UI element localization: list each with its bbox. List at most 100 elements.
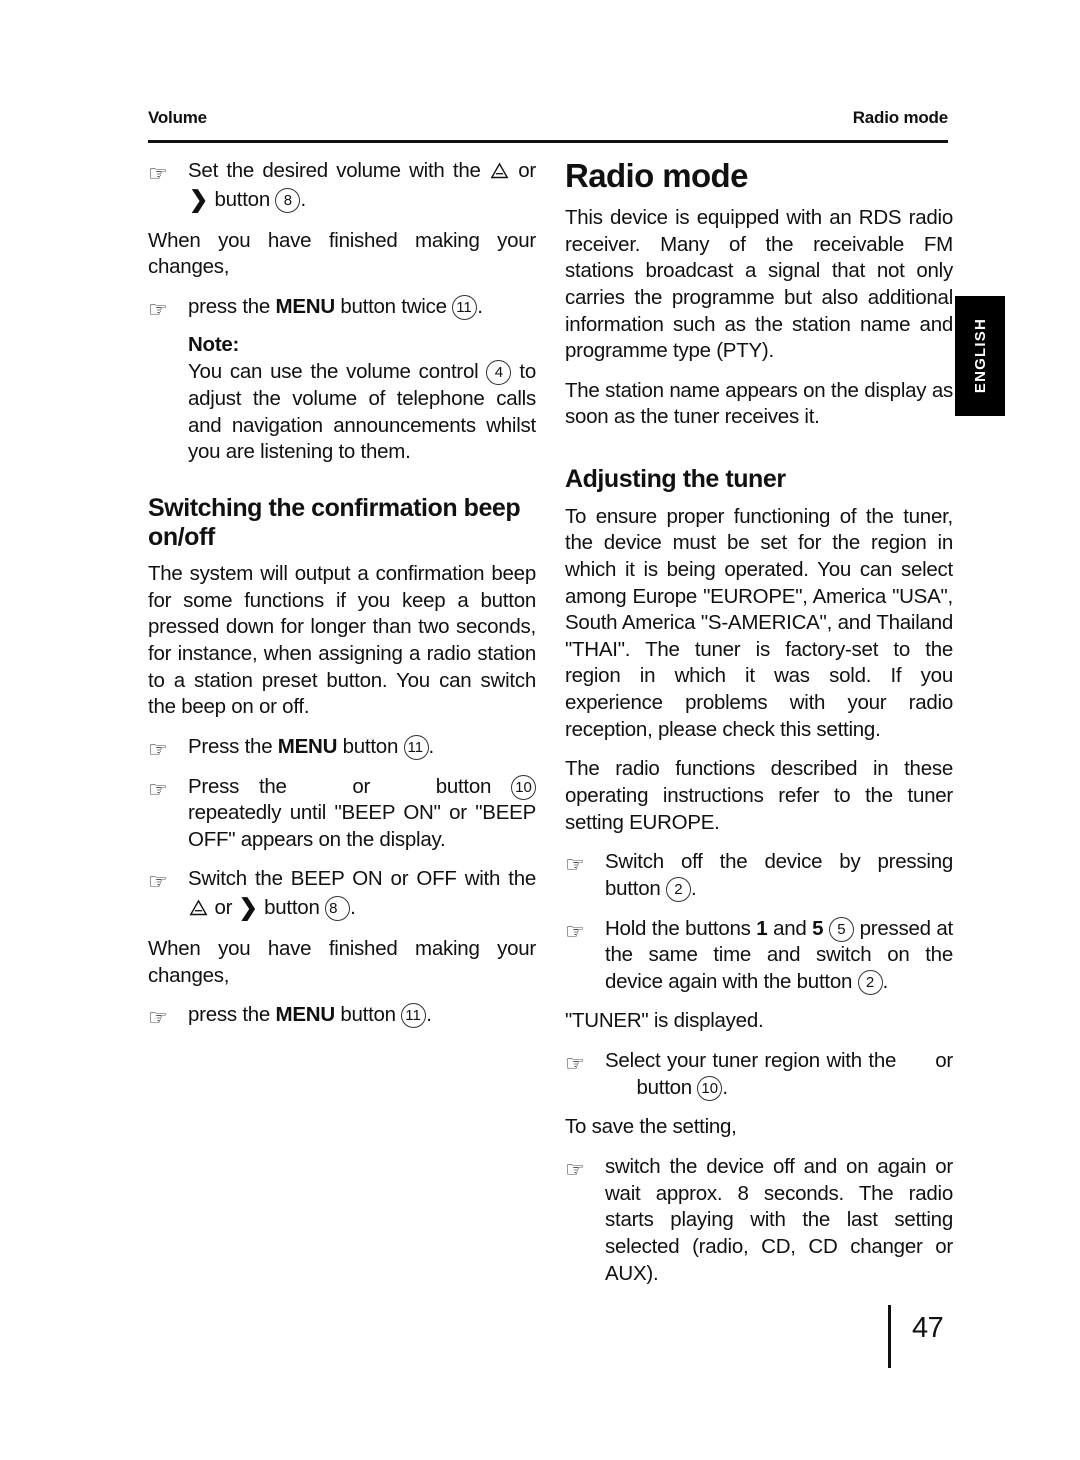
callout-badge: 11 xyxy=(452,294,478,320)
bullet-5-pre: Switch the BEEP ON or OFF with the xyxy=(188,867,536,891)
paragraph: "TUNER" is displayed. xyxy=(565,1009,764,1033)
pointing-hand-icon: ☞ xyxy=(565,852,585,878)
header-right-title: Radio mode xyxy=(852,108,948,127)
chevron-right-icon: ❯ xyxy=(238,894,258,921)
warning-triangle-icon xyxy=(189,897,208,916)
header-left-title: Volume xyxy=(148,108,207,127)
paragraph: The radio functions described in these o… xyxy=(565,757,953,834)
note-text: You can use the volume control 4 to adju… xyxy=(188,359,536,466)
bullet-1-mid: or xyxy=(509,159,536,182)
callout-badge: 10 xyxy=(511,774,536,800)
bullet-3-end: . xyxy=(428,734,435,758)
list-item: ☞ Switch the BEEP ON or OFF with the or … xyxy=(148,866,536,923)
callout-badge: 8 xyxy=(325,896,351,922)
r-bullet-3-end: . xyxy=(722,1075,728,1099)
bullet-5-mid: or xyxy=(209,896,238,920)
r-bullet-3-pre: Select your tuner region with the xyxy=(605,1049,897,1073)
list-item: ☞ Press the or button 10 repeatedly unti… xyxy=(148,774,536,854)
language-side-tab: ENGLISH xyxy=(955,296,1005,416)
r-bullet-2-pre: Hold the buttons xyxy=(605,916,757,940)
list-item-text: Hold the buttons 1 and 5 5 pressed at th… xyxy=(605,916,953,996)
pointing-hand-icon: ☞ xyxy=(565,918,585,944)
r-bullet-1-end: . xyxy=(690,876,697,900)
list-item: ☞ press the MENU button 11. xyxy=(148,1002,536,1031)
bullet-4-post: button xyxy=(435,774,511,798)
menu-button-label: MENU xyxy=(275,294,336,318)
list-item-text: Switch the BEEP ON or OFF with the or ❯ … xyxy=(188,866,536,923)
warning-triangle-icon xyxy=(490,160,509,179)
bullet-6-pre: press the xyxy=(188,1003,276,1027)
bullet-6-end: . xyxy=(426,1003,432,1027)
list-item-text: Switch off the device by pressing button… xyxy=(605,849,953,902)
list-item: ☞ Hold the buttons 1 and 5 5 pressed at … xyxy=(565,916,953,996)
r-bullet-2-mid: and xyxy=(767,916,813,940)
paragraph: This device is equipped with an RDS radi… xyxy=(565,205,953,363)
bullet-4-mid: or xyxy=(352,774,371,798)
list-item: ☞ Switch off the device by pressing butt… xyxy=(565,849,953,902)
right-column: Radio mode This device is equipped with … xyxy=(565,157,953,1300)
preset-button-5-label: 5 xyxy=(812,916,824,940)
bullet-1-post: button xyxy=(214,187,276,211)
bullet-2-post: button twice xyxy=(334,294,453,318)
page-title: Radio mode xyxy=(565,157,748,194)
bullet-1-end: . xyxy=(300,187,306,211)
pointing-hand-icon: ☞ xyxy=(148,1005,168,1031)
bullet-1-pre: Set the desired volume with the xyxy=(188,159,489,182)
pointing-hand-icon: ☞ xyxy=(148,296,168,322)
callout-badge: 11 xyxy=(401,1003,427,1029)
callout-badge: 5 xyxy=(828,916,854,942)
callout-badge: 11 xyxy=(403,734,429,760)
list-item-text: press the MENU button twice 11. xyxy=(188,294,536,321)
language-side-tab-label: ENGLISH xyxy=(971,318,989,394)
pointing-hand-icon: ☞ xyxy=(148,776,168,802)
list-item-text: Press the or button 10 repeatedly until … xyxy=(188,774,536,854)
note-title: Note: xyxy=(188,333,240,357)
list-item: ☞ press the MENU button twice 11. xyxy=(148,294,536,322)
r-bullet-2-end: . xyxy=(882,969,889,993)
callout-badge: 10 xyxy=(697,1075,723,1101)
pointing-hand-icon: ☞ xyxy=(148,161,168,186)
pointing-hand-icon: ☞ xyxy=(148,736,168,762)
bullet-5-post: button xyxy=(264,896,326,920)
callout-badge: 8 xyxy=(275,187,301,213)
bullet-3-post: button xyxy=(337,734,404,758)
bullet-2-pre: press the xyxy=(188,294,276,318)
preset-button-1-label: 1 xyxy=(756,916,768,940)
list-item: ☞ switch the device off and on again or … xyxy=(565,1154,953,1287)
paragraph: To ensure proper functioning of the tune… xyxy=(565,504,953,741)
pointing-hand-icon: ☞ xyxy=(565,1157,585,1183)
bullet-3-pre: Press the xyxy=(188,734,278,758)
list-item-text: switch the device off and on again or wa… xyxy=(605,1155,953,1285)
list-item: ☞ Select your tuner region with the or b… xyxy=(565,1048,953,1101)
callout-badge: 2 xyxy=(665,876,691,902)
page-number: 47 xyxy=(912,1312,944,1344)
pointing-hand-icon: ☞ xyxy=(148,869,168,895)
chevron-right-icon: ❯ xyxy=(189,185,209,212)
callout-badge: 4 xyxy=(486,360,512,386)
bullet-2-end: . xyxy=(477,294,483,318)
paragraph: To save the setting, xyxy=(565,1115,737,1139)
paragraph: The station name appears on the display … xyxy=(565,378,953,429)
r-bullet-3-post: button xyxy=(636,1075,698,1099)
r-bullet-3-mid: or xyxy=(935,1049,954,1073)
manual-page: Volume Radio mode ☞ Set the desired volu… xyxy=(0,0,1080,1460)
list-item: ☞ Press the MENU button 11. xyxy=(148,734,536,762)
header-rule xyxy=(148,140,948,143)
section-heading: Adjusting the tuner xyxy=(565,465,786,494)
list-item-text: press the MENU button 11. xyxy=(188,1002,536,1029)
r-bullet-1-pre: Switch off the device by pressing button xyxy=(605,850,953,900)
list-item-text: Press the MENU button 11. xyxy=(188,734,536,761)
paragraph: When you have finished making your chang… xyxy=(148,936,536,987)
bullet-6-post: button xyxy=(334,1003,402,1027)
bullet-4-pre: Press the xyxy=(188,774,287,798)
paragraph: When you have finished making your chang… xyxy=(148,228,536,279)
menu-button-label: MENU xyxy=(275,1003,336,1027)
note-pre: You can use the volume control xyxy=(188,360,487,384)
paragraph: The system will output a confirmation be… xyxy=(148,562,536,719)
list-item: ☞ Set the desired volume with the or ❯ b… xyxy=(148,158,536,215)
list-item-text: Select your tuner region with the or but… xyxy=(605,1048,953,1101)
callout-badge: 2 xyxy=(857,969,883,995)
section-heading: Switching the confirmation beep on/off xyxy=(148,494,521,551)
bullet-4-end: repeatedly until "BEEP ON" or "BEEP OFF"… xyxy=(188,801,536,851)
running-header: Volume Radio mode xyxy=(148,108,948,128)
